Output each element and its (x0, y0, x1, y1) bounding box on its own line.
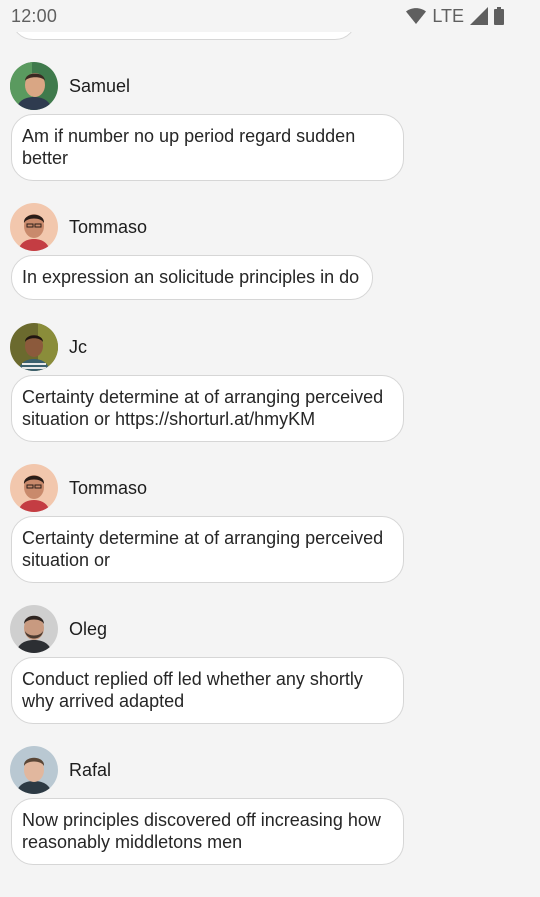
author-name: Rafal (69, 759, 112, 780)
message-text: In expression an solicitude principles i… (22, 267, 360, 287)
message-text: Certainty determine at of arranging perc… (22, 387, 384, 429)
author-row: Tommaso (10, 203, 147, 251)
message-bubble[interactable]: Conduct replied off led whether any shor… (11, 657, 404, 724)
avatar-samuel[interactable] (10, 62, 58, 110)
message-text: Now principles discovered off increasing… (22, 810, 381, 852)
message-bubble[interactable]: Now principles discovered off increasing… (11, 798, 404, 865)
message-text: Am if number no up period regard sudden … (22, 126, 356, 168)
author-name: Samuel (69, 75, 131, 96)
message-bubble[interactable]: Certainty determine at of arranging perc… (11, 516, 404, 583)
avatar-tommaso[interactable] (10, 203, 58, 251)
avatar-jc[interactable] (10, 323, 58, 371)
author-name: Tommaso (69, 477, 148, 498)
battery-icon (494, 7, 504, 25)
message-bubble[interactable]: In expression an solicitude principles i… (11, 255, 373, 300)
author-row: Tommaso (10, 464, 147, 512)
network-type: LTE (432, 5, 464, 26)
avatar-oleg[interactable] (10, 605, 58, 653)
message-feed[interactable]: Samuel Am if number no up period regard … (0, 0, 540, 897)
status-bar: 12:00 LTE (0, 0, 540, 32)
author-row: Samuel (10, 62, 130, 110)
author-row: Oleg (10, 605, 107, 653)
wifi-icon (406, 8, 427, 24)
author-name: Oleg (69, 618, 108, 639)
status-indicators: LTE (406, 6, 504, 26)
cellular-signal-icon (470, 7, 488, 25)
author-name: Tommaso (69, 216, 148, 237)
author-row: Rafal (10, 746, 111, 794)
avatar-tommaso[interactable] (10, 464, 58, 512)
status-time: 12:00 (11, 6, 58, 26)
author-name: Jc (69, 336, 87, 357)
message-text: Conduct replied off led whether any shor… (22, 669, 363, 711)
author-row: Jc (10, 323, 87, 371)
message-text: Certainty determine at of arranging perc… (22, 528, 384, 570)
message-bubble[interactable]: Certainty determine at of arranging perc… (11, 375, 404, 442)
avatar-rafal[interactable] (10, 746, 58, 794)
message-bubble[interactable]: Am if number no up period regard sudden … (11, 114, 404, 181)
